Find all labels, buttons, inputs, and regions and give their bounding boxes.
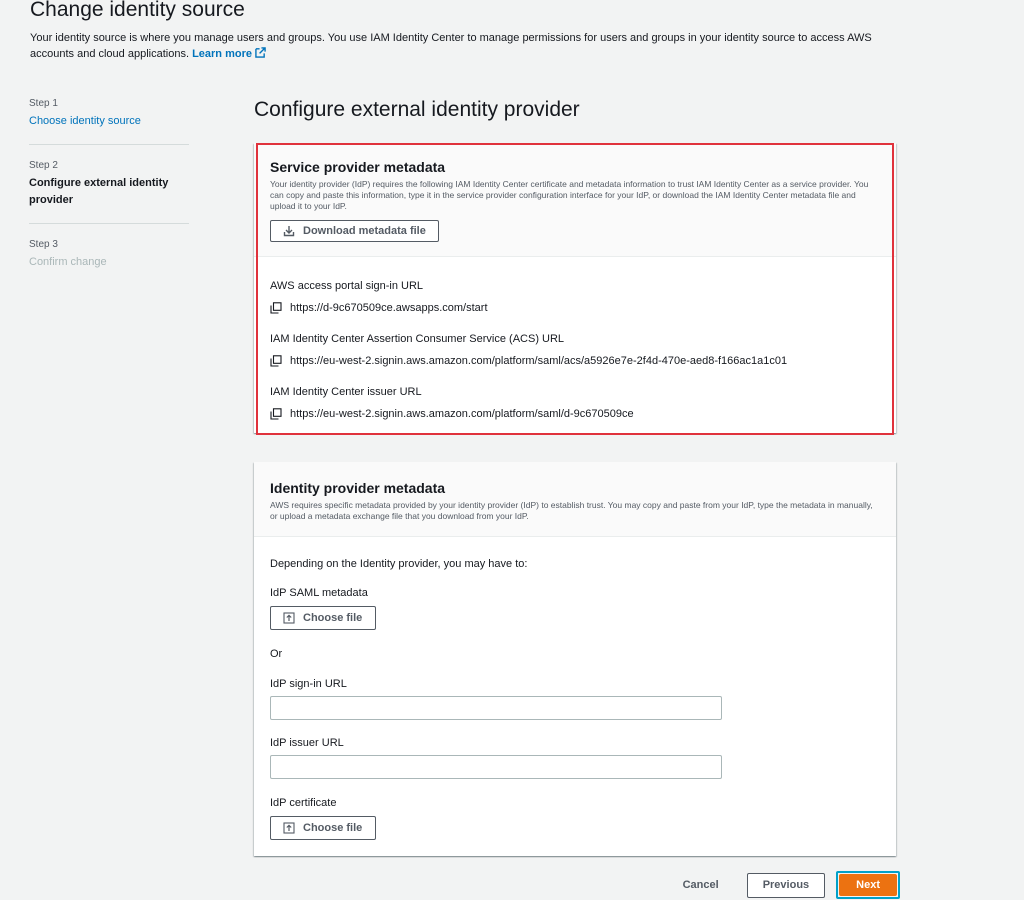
step-current-title: Configure external identity provider <box>29 177 169 206</box>
field-label: IAM Identity Center Assertion Consumer S… <box>270 333 565 345</box>
wizard-steps: Step 1 Choose identity source Step 2 Con… <box>29 97 189 299</box>
issuer-url-value: https://eu-west-2.signin.aws.amazon.com/… <box>290 408 634 420</box>
cancel-button[interactable]: Cancel <box>677 878 725 892</box>
upload-icon <box>283 612 295 624</box>
issuer-url-label: IdP issuer URL <box>270 737 344 749</box>
choose-file-label: Choose file <box>303 612 363 624</box>
saml-choose-file-button[interactable]: Choose file <box>270 606 376 630</box>
signin-url-input[interactable] <box>270 696 722 720</box>
learn-more-label: Learn more <box>192 48 252 60</box>
service-provider-metadata-card: Service provider metadata Your identity … <box>254 143 896 433</box>
copy-icon[interactable] <box>270 408 282 420</box>
issuer-url-field: IAM Identity Center issuer URL https://e… <box>270 385 634 421</box>
step-number: Step 3 <box>29 239 58 250</box>
card-header: Identity provider metadata AWS requires … <box>254 462 896 537</box>
upload-icon <box>283 822 295 834</box>
page-description-text: Your identity source is where you manage… <box>30 32 872 60</box>
certificate-label: IdP certificate <box>270 797 337 809</box>
card-description: Your identity provider (IdP) requires th… <box>270 179 869 211</box>
field-value: https://eu-west-2.signin.aws.amazon.com/… <box>270 354 787 368</box>
certificate-choose-file-button[interactable]: Choose file <box>270 816 376 840</box>
field-value: https://d-9c670509ce.awsapps.com/start <box>270 301 488 315</box>
step-1: Step 1 Choose identity source <box>29 97 189 145</box>
wizard-footer: Cancel Previous Next <box>677 871 900 899</box>
step-number: Step 2 <box>29 160 58 171</box>
card-title: Service provider metadata <box>270 159 446 175</box>
previous-button[interactable]: Previous <box>746 872 826 898</box>
signin-url-label: IdP sign-in URL <box>270 678 347 690</box>
card-title: Identity provider metadata <box>270 480 446 496</box>
learn-more-link[interactable]: Learn more <box>192 47 266 60</box>
page-title: Change identity source <box>30 0 245 21</box>
download-metadata-button[interactable]: Download metadata file <box>270 220 439 242</box>
saml-metadata-label: IdP SAML metadata <box>270 587 368 599</box>
copy-icon[interactable] <box>270 355 282 367</box>
next-button[interactable]: Next <box>839 874 897 896</box>
or-text: Or <box>270 648 283 660</box>
step-number: Step 1 <box>29 98 58 109</box>
acs-url-field: IAM Identity Center Assertion Consumer S… <box>270 332 787 368</box>
section-title: Configure external identity provider <box>254 98 580 121</box>
field-label: IAM Identity Center issuer URL <box>270 386 422 398</box>
next-button-focus-ring: Next <box>836 871 900 899</box>
step-2: Step 2 Configure external identity provi… <box>29 159 189 224</box>
field-value: https://eu-west-2.signin.aws.amazon.com/… <box>270 407 634 421</box>
identity-provider-metadata-card: Identity provider metadata AWS requires … <box>254 462 896 856</box>
copy-icon[interactable] <box>270 302 282 314</box>
download-icon <box>283 226 295 237</box>
acs-url-value: https://eu-west-2.signin.aws.amazon.com/… <box>290 355 788 367</box>
step-link-choose-identity-source[interactable]: Choose identity source <box>29 113 189 130</box>
download-button-label: Download metadata file <box>303 225 426 237</box>
portal-url-value: https://d-9c670509ce.awsapps.com/start <box>290 302 488 314</box>
page-description: Your identity source is where you manage… <box>30 30 910 62</box>
card-header: Service provider metadata Your identity … <box>254 143 896 257</box>
step-disabled-title: Confirm change <box>29 256 107 268</box>
issuer-url-input[interactable] <box>270 755 722 779</box>
intro-text: Depending on the Identity provider, you … <box>270 558 528 570</box>
external-link-icon <box>255 47 266 58</box>
choose-file-label: Choose file <box>303 822 363 834</box>
card-description: AWS requires specific metadata provided … <box>270 500 873 521</box>
field-label: AWS access portal sign-in URL <box>270 280 424 292</box>
portal-url-field: AWS access portal sign-in URL https://d-… <box>270 279 488 315</box>
step-3: Step 3 Confirm change <box>29 238 189 285</box>
